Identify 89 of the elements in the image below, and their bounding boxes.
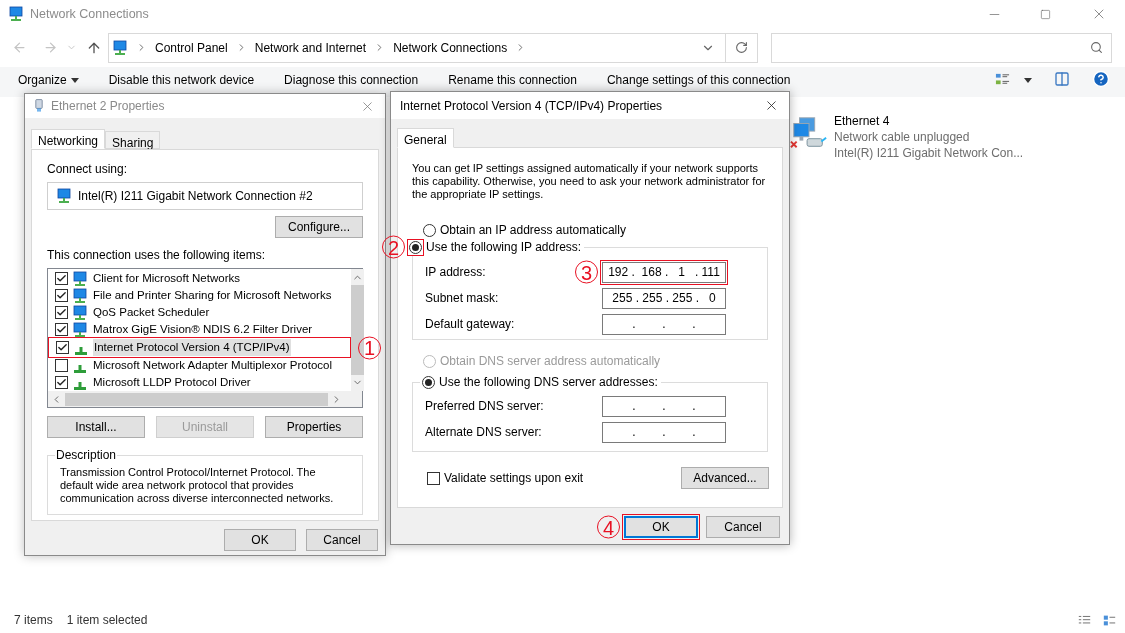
configure-button[interactable]: Configure... xyxy=(275,216,363,238)
address-bar[interactable]: Control Panel Network and Internet Network Connections xyxy=(108,32,758,63)
caret-icon xyxy=(70,77,79,83)
search-field[interactable] xyxy=(771,32,1112,63)
tab[interactable]: General xyxy=(397,128,454,148)
selection-count: 1 item selected xyxy=(66,612,149,629)
adapter-name: Intel(R) I211 Gigabit Network Con... xyxy=(834,145,1024,161)
protocol-icon xyxy=(75,346,87,355)
dialog-title: Internet Protocol Version 4 (TCP/IPv4) Properties xyxy=(400,97,664,115)
view-options-icon[interactable] xyxy=(995,72,1010,87)
connection-item[interactable]: Ethernet 4 Network cable unplugged Intel(R) I211 Gigabit Network Con... xyxy=(790,113,1024,161)
field-label: Subnet mask: xyxy=(425,290,500,307)
list-item[interactable]: Microsoft LLDP Protocol Driver xyxy=(49,374,348,391)
item-count: 7 items xyxy=(14,612,53,629)
network-folder-icon xyxy=(112,39,128,56)
tiles-view-icon[interactable] xyxy=(1102,613,1117,627)
dialog-title: Ethernet 2 Properties xyxy=(51,98,166,115)
description-text: Transmission Control Protocol/Internet Protocol. The default wide area network protocol that provides communication across diverse interconnected networks. xyxy=(60,466,335,505)
checkbox[interactable] xyxy=(55,359,68,372)
ethernet-plug-icon xyxy=(35,99,43,113)
ip-address-field[interactable]: . . . xyxy=(602,421,726,443)
checkbox[interactable] xyxy=(55,289,68,302)
network-icon xyxy=(72,287,88,304)
preview-pane-icon[interactable] xyxy=(1054,71,1070,87)
toolbar-command[interactable]: Disable this network device xyxy=(108,71,255,89)
dialog-button[interactable]: Install... xyxy=(47,416,145,438)
window-title: Network Connections xyxy=(30,5,150,23)
ip-address-field[interactable]: . . . xyxy=(602,313,726,335)
section-label: This connection uses the following items: xyxy=(47,247,267,264)
list-item[interactable]: Client for Microsoft Networks xyxy=(49,270,348,287)
checkbox-label[interactable]: Validate settings upon exit xyxy=(444,469,681,487)
toolbar-command[interactable]: Diagnose this connection xyxy=(284,71,419,89)
intro-text: You can get IP settings assigned automatically if your network supports this capability. Otherwise, you need to ask your network administrator for the appropriate IP settings. xyxy=(412,162,767,201)
checkbox[interactable] xyxy=(56,341,69,354)
radio-label[interactable]: Use the following DNS server addresses: xyxy=(439,373,658,391)
network-adapter-icon xyxy=(56,188,72,204)
details-view-icon[interactable] xyxy=(1077,613,1092,627)
connection-name: Ethernet 4 xyxy=(834,113,891,129)
vertical-scrollbar[interactable] xyxy=(351,269,364,391)
toolbar-command[interactable]: Organize xyxy=(18,71,79,89)
radio-button[interactable] xyxy=(422,375,435,389)
ip-address-field[interactable]: 255 . 255 . 255 . 0 xyxy=(602,287,726,309)
maximize-icon[interactable] xyxy=(1040,8,1051,20)
advanced-button[interactable]: Advanced... xyxy=(681,467,769,489)
adapter-name: Intel(R) I211 Gigabit Network Connection #2 xyxy=(78,188,313,205)
network-icon xyxy=(72,270,88,287)
field-label: Preferred DNS server: xyxy=(425,398,545,415)
radio-button[interactable] xyxy=(423,223,436,237)
search-icon xyxy=(1090,41,1103,54)
field-label: Default gateway: xyxy=(425,316,516,333)
ip-address-field[interactable]: . . . xyxy=(602,395,726,417)
horizontal-scrollbar[interactable] xyxy=(48,391,362,407)
network-icon xyxy=(72,304,88,321)
breadcrumb[interactable]: Control Panel xyxy=(155,38,228,57)
field-label: Alternate DNS server: xyxy=(425,424,543,441)
protocol-icon xyxy=(74,381,86,390)
breadcrumb[interactable]: Network Connections xyxy=(393,38,508,57)
dialog-button[interactable]: Properties xyxy=(265,416,363,438)
dialog-button[interactable]: Cancel xyxy=(306,529,378,551)
list-item[interactable]: Microsoft Network Adapter Multiplexor Protocol xyxy=(49,357,348,374)
caret-icon[interactable] xyxy=(1024,78,1032,83)
toolbar-command[interactable]: Rename this connection xyxy=(448,71,577,89)
help-icon[interactable] xyxy=(1092,70,1110,88)
tab[interactable]: Networking xyxy=(31,129,106,149)
list-item[interactable]: File and Printer Sharing for Microsoft Networks xyxy=(49,287,348,304)
list-item[interactable]: QoS Packet Scheduler xyxy=(49,304,348,321)
checkbox[interactable] xyxy=(427,471,440,485)
checkbox[interactable] xyxy=(55,306,68,319)
protocol-icon xyxy=(74,364,86,373)
breadcrumb[interactable]: Network and Internet xyxy=(254,38,367,57)
dialog-button[interactable]: OK xyxy=(624,516,698,538)
dialog-button[interactable]: Cancel xyxy=(706,516,780,538)
field-label: IP address: xyxy=(425,264,487,281)
dialog-button[interactable]: OK xyxy=(224,529,296,551)
refresh-icon xyxy=(735,41,748,54)
radio-label[interactable]: Obtain an IP address automatically xyxy=(440,221,626,239)
checkbox[interactable] xyxy=(55,376,68,389)
network-folder-icon xyxy=(8,6,24,22)
checkbox[interactable] xyxy=(55,272,68,285)
list-item[interactable]: Matrox GigE Vision® NDIS 6.2 Filter Driver xyxy=(49,321,348,338)
ip-address-field[interactable]: 192 . 168 . 1 . 111 xyxy=(602,261,726,283)
network-icon xyxy=(72,321,88,338)
tab[interactable]: Sharing xyxy=(105,131,161,149)
group-legend: Description xyxy=(55,448,118,462)
checkbox[interactable] xyxy=(55,323,68,336)
section-label: Connect using: xyxy=(47,161,129,178)
close-icon[interactable] xyxy=(764,98,779,113)
toolbar-command[interactable]: Change settings of this connection xyxy=(606,71,791,89)
connection-status: Network cable unplugged xyxy=(834,129,971,145)
